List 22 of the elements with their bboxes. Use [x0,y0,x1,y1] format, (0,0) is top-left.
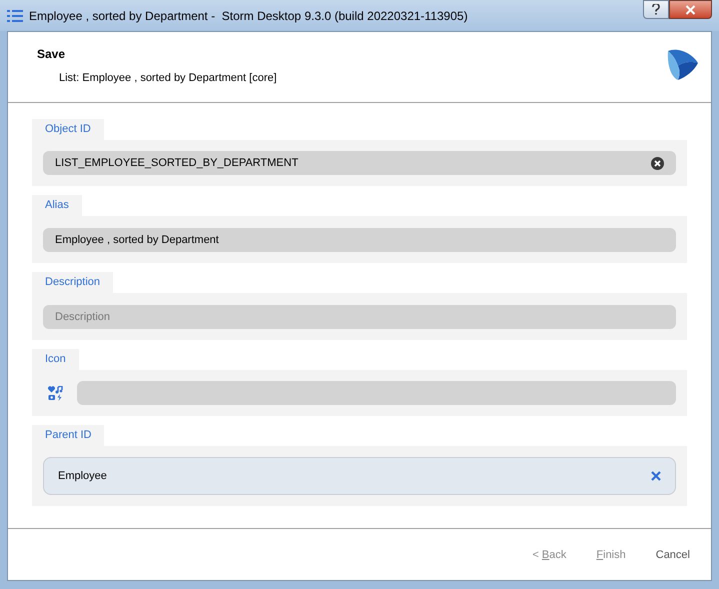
input-field[interactable]: Description [43,305,676,329]
lookup-field[interactable]: Employee [43,457,676,495]
field-label: Parent ID [32,425,104,446]
logo-icon [666,47,700,81]
close-button[interactable] [669,0,712,19]
close-icon [685,4,696,14]
icon-picker-icon[interactable] [48,386,63,400]
field-label: Alias [32,195,82,216]
input-field[interactable]: Employee , sorted by Department [43,228,676,252]
header-title: Save [37,46,66,63]
help-button[interactable] [643,0,669,19]
help-icon [652,4,660,15]
field-label: Icon [32,349,79,370]
window-title: Employee , sorted by Department - Storm Desktop 9.3.0 (build 20220321-113905) [29,8,469,24]
input-field[interactable]: LIST_EMPLOYEE_SORTED_BY_DEPARTMENT [43,151,676,175]
field-label: Description [32,272,114,293]
close-icon[interactable] [651,471,661,481]
dialog-button[interactable]: Cancel [656,547,690,564]
list-icon [7,8,23,22]
header-subtitle: List: Employee , sorted by Department [core] [59,71,277,86]
field-label: Object ID [32,119,104,140]
clear-icon[interactable] [651,156,664,170]
